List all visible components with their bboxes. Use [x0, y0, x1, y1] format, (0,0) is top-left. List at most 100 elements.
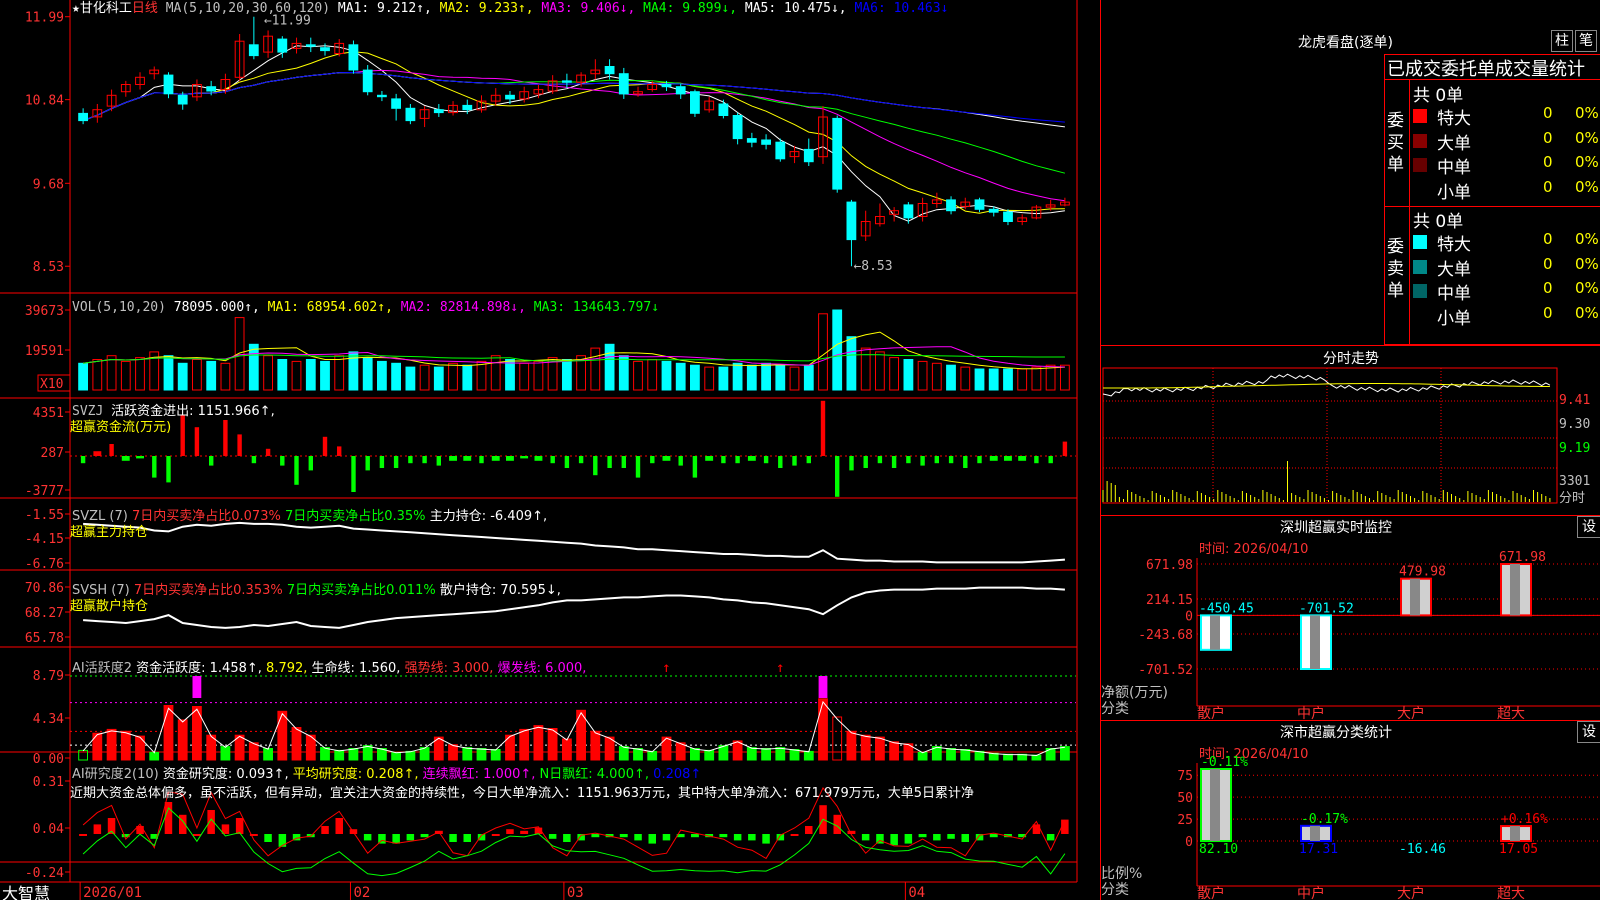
candle-body	[163, 74, 174, 95]
favorite-star-icon[interactable]: ★	[72, 1, 80, 16]
volume-bar	[320, 360, 330, 391]
intraday-avg-line	[1103, 383, 1550, 389]
vol-ma20-line	[83, 354, 1065, 364]
svzj-bar	[308, 456, 313, 471]
svzj-bar	[136, 456, 144, 459]
x-axis-label: 03	[567, 885, 584, 900]
svzj-bar	[662, 456, 671, 461]
svzj-bar	[635, 456, 641, 478]
column-view-button[interactable]: 柱	[1551, 30, 1573, 52]
ai-active-bar	[120, 730, 131, 761]
svzj-tick: 287	[41, 446, 64, 461]
svzj-bar	[1034, 456, 1039, 464]
svzl-tick: -4.15	[25, 532, 64, 547]
sz-tick: -243.68	[1138, 628, 1193, 643]
svzj-bar	[534, 456, 543, 461]
ma120-line	[82, 71, 1065, 123]
svzj-bar	[491, 456, 500, 461]
ai-active-bar	[818, 698, 828, 761]
ai-research-header: AI研究度2(10) 资金研究度: 0.093↑, 平均研究度: 0.208↑,…	[72, 767, 701, 783]
ai-research-value: 资金研究度: 0.093↑,	[162, 767, 289, 782]
kline-tick: 10.84	[25, 94, 64, 109]
sz-bar-label: 479.98	[1399, 565, 1446, 580]
volume-bar	[562, 359, 572, 391]
svzj-bar	[650, 456, 655, 464]
ai-research-bar	[961, 834, 969, 842]
svzj-bar	[194, 427, 200, 456]
volume-bar	[78, 362, 88, 391]
sz-bar-shade	[1210, 615, 1220, 650]
ai-research-bar	[79, 834, 87, 836]
volume-bar	[633, 360, 643, 391]
ai-active-bar	[476, 748, 487, 761]
buy-type: 小单	[1437, 182, 1471, 203]
sell-row: 特大 0 0%	[1413, 230, 1600, 255]
buy-total: 共 0单	[1413, 86, 1464, 106]
svzj-subtitle: 超赢资金流(万元)	[70, 420, 172, 435]
ai-research-bar	[619, 834, 628, 838]
candle-body	[775, 141, 786, 160]
ai-active-bar	[490, 749, 501, 761]
candle-body	[562, 80, 572, 83]
intraday-vol-tick: 3301	[1559, 474, 1590, 489]
ai-active-bar	[291, 727, 302, 761]
svzl-main: 主力持仓: -6.409↑,	[429, 509, 548, 524]
volume-bar	[875, 351, 885, 391]
svzj-bar	[607, 456, 612, 468]
sell-row: 中单 0 0%	[1413, 279, 1600, 304]
ai-active-bar	[803, 750, 814, 761]
buy-color-swatch	[1413, 133, 1427, 148]
svzj-bar	[550, 456, 555, 464]
brand-logo: 大智慧	[2, 884, 51, 900]
ai-research-bar	[762, 834, 770, 844]
svzl-tick: -6.76	[25, 557, 64, 572]
ai-research-bar	[463, 834, 471, 842]
ai-research-bar	[420, 834, 429, 838]
svzj-bar	[564, 456, 570, 468]
volume-bar	[832, 309, 843, 391]
sell-type: 中单	[1437, 284, 1471, 304]
ai-research-bar	[890, 834, 898, 846]
ai-research-lian: 连续飘红: 1.000↑,	[422, 767, 536, 782]
buy-pct: 0%	[1575, 153, 1599, 171]
divider	[1384, 79, 1600, 80]
ai-research-bar	[363, 834, 372, 841]
svzj-bar	[422, 456, 427, 464]
buy-type: 大单	[1437, 133, 1471, 154]
vol-ma1: MA1: 68954.602↑,	[267, 300, 393, 315]
ai-active-bar	[775, 747, 786, 761]
ma5-value: MA5: 10.475↓,	[744, 1, 847, 16]
ai-active-bar	[946, 748, 956, 761]
intraday-panel[interactable]: 分时走势 9.41 9.30 9.19 3301 分时	[1100, 345, 1600, 515]
sh-bar-delta: -0.17%	[1301, 812, 1348, 827]
svzj-bar	[223, 420, 228, 456]
svzj-bar	[721, 456, 726, 464]
sell-color-swatch	[1413, 259, 1427, 274]
candle-body	[391, 98, 402, 109]
tick-view-button[interactable]: 笔	[1575, 30, 1597, 52]
svzj-bar	[1018, 456, 1027, 461]
ai-active-bar	[362, 745, 373, 761]
ai-research-bar	[918, 834, 927, 838]
buy-count: 0	[1543, 153, 1553, 171]
buy-pct: 0%	[1575, 128, 1599, 147]
divider	[1409, 79, 1410, 345]
ai-research-label: AI研究度2(10)	[72, 767, 159, 782]
main-chart-area[interactable]: 11.9910.849.688.53←11.99←8.533967319591X…	[0, 0, 1100, 900]
svzj-bar	[479, 456, 484, 464]
svzj-bar	[948, 456, 954, 464]
volume-bar	[946, 364, 956, 391]
period-label[interactable]: 日线	[132, 1, 158, 16]
svzj-bar	[436, 456, 441, 466]
svzj-bar	[1004, 456, 1012, 461]
buy-pct: 0%	[1575, 177, 1599, 196]
svzj-bar	[621, 456, 626, 468]
ai-research-bar	[719, 834, 728, 838]
sh-stats-panel: 深市超赢分类统计 设 时间: 2026/04/10 比例% 分类 75 50 25 0…	[1100, 720, 1600, 900]
sh-bar-delta: -0.11%	[1201, 755, 1248, 770]
svzj-bar	[506, 456, 514, 461]
candle-body	[746, 138, 757, 143]
ai-research-bar	[93, 824, 102, 834]
ai-research-bar	[805, 826, 813, 834]
svzj-bar	[920, 456, 925, 466]
